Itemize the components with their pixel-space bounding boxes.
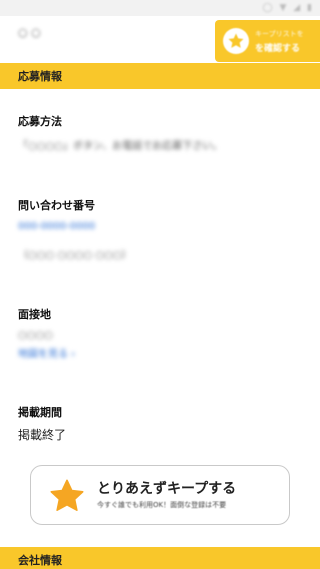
section-header-company: 会社情報	[0, 547, 320, 569]
section-header-apply: 応募情報	[0, 63, 320, 89]
keep-list-button[interactable]: キープリストを を確認する	[215, 20, 320, 62]
interview-value: ○○○○	[18, 330, 53, 341]
interview-label: 面接地	[18, 308, 51, 321]
keep-badge-line2: を確認する	[255, 43, 301, 54]
star-icon	[223, 28, 249, 54]
star-icon	[50, 479, 84, 511]
interview-map-link[interactable]: 地図を見る ›	[18, 345, 75, 360]
status-icons: ◯ ▼ ◢ ▮	[262, 3, 314, 13]
keep-badge-line1: キープリストを	[255, 29, 304, 38]
inquiry-phone-link[interactable]: 000-0000-0000	[18, 221, 95, 232]
inquiry-label: 問い合わせ番号	[18, 199, 95, 212]
status-bar: ◯ ▼ ◢ ▮	[0, 0, 320, 16]
top-blurred-text: ○ ○	[18, 26, 41, 39]
keep-button-label: とりあえずキープする	[97, 481, 237, 497]
keep-button[interactable]: とりあえずキープする 今すぐ誰でも利用OK！面倒な登録は不要	[30, 465, 290, 525]
period-value: 掲載終了	[18, 428, 67, 442]
keep-button-sublabel: 今すぐ誰でも利用OK！面倒な登録は不要	[97, 501, 227, 509]
method-value: 「○○○○」ボタン、お電話でお応募下さい。	[18, 141, 223, 152]
inquiry-note: （○○○ ○○○○ ○○○）	[18, 250, 132, 261]
method-label: 応募方法	[18, 115, 62, 128]
period-label: 掲載期間	[18, 406, 62, 419]
